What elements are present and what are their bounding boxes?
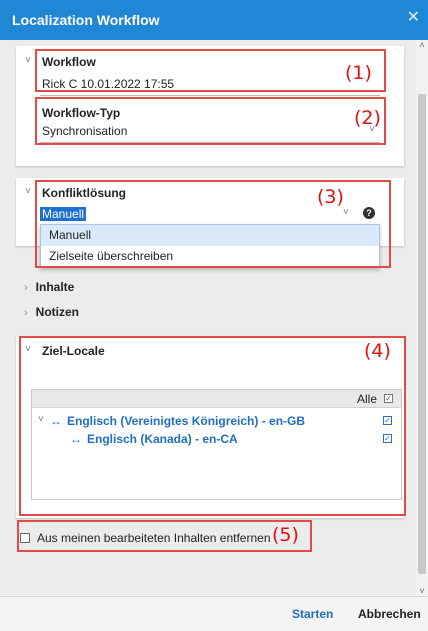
cancel-button[interactable]: Abbrechen	[358, 607, 421, 621]
annotation-box	[35, 49, 386, 92]
start-button[interactable]: Starten	[292, 607, 333, 621]
close-icon[interactable]: ✕	[407, 10, 420, 26]
window-title: Localization Workflow	[12, 12, 160, 28]
annotation-label: (3)	[317, 186, 344, 208]
chevron-down-icon[interactable]: ˅	[25, 55, 31, 66]
scroll-thumb[interactable]	[418, 94, 426, 574]
annotation-label: (4)	[364, 340, 391, 362]
annotation-label: (5)	[272, 524, 299, 546]
chevron-down-icon[interactable]: ˅	[25, 186, 31, 197]
section-contents-label: Inhalte	[35, 280, 75, 294]
chevron-down-icon[interactable]: ˅	[417, 586, 427, 596]
divider	[40, 95, 380, 96]
section-contents[interactable]: › Inhalte	[24, 280, 74, 294]
annotation-box	[19, 336, 406, 516]
section-notes[interactable]: › Notizen	[24, 305, 79, 319]
dialog-footer: Starten Abbrechen	[0, 596, 428, 631]
annotation-box	[17, 520, 312, 552]
annotation-label: (2)	[354, 107, 381, 129]
annotation-box	[35, 97, 386, 145]
annotation-label: (1)	[345, 62, 372, 84]
title-bar: Localization Workflow ✕	[0, 0, 428, 40]
section-notes-label: Notizen	[35, 305, 80, 319]
chevron-right-icon: ›	[24, 307, 28, 319]
scrollbar[interactable]: ˄ ˅	[416, 40, 428, 596]
chevron-up-icon[interactable]: ˄	[417, 40, 427, 50]
chevron-right-icon: ›	[24, 282, 28, 294]
